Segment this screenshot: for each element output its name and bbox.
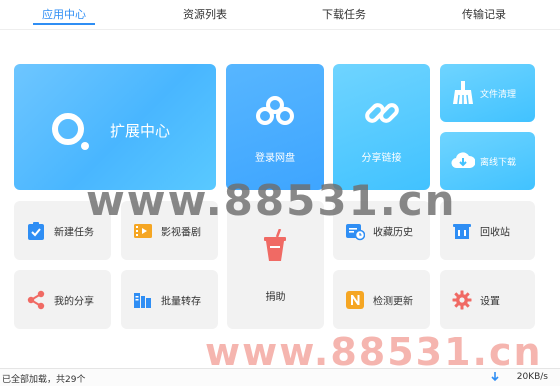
batch-bars-icon bbox=[134, 292, 151, 308]
recycle-bin-label: 回收站 bbox=[480, 227, 510, 238]
video-drama-tile[interactable]: 影视番剧 bbox=[121, 201, 218, 260]
drink-cup-icon bbox=[264, 229, 286, 261]
extension-center-label: 扩展中心 bbox=[110, 122, 171, 140]
tab-bar: 应用中心 资源列表 下载任务 传输记录 bbox=[0, 0, 560, 30]
favorites-history-label: 收藏历史 bbox=[373, 227, 413, 238]
tab-download-tasks[interactable]: 下载任务 bbox=[322, 6, 366, 22]
extension-search-icon bbox=[52, 113, 89, 150]
tab-app-center[interactable]: 应用中心 bbox=[42, 6, 86, 22]
gear-icon bbox=[452, 290, 472, 309]
favorites-history-tile[interactable]: 收藏历史 bbox=[333, 201, 430, 260]
film-icon bbox=[134, 223, 152, 238]
offline-download-tile[interactable]: 离线下载 bbox=[440, 132, 535, 190]
my-share-tile[interactable]: 我的分享 bbox=[14, 270, 111, 329]
loaded-count-text: 已全部加载，共29个 bbox=[2, 375, 86, 385]
batch-transfer-tile[interactable]: 批量转存 bbox=[121, 270, 218, 329]
app-center-panel: 扩展中心 登录网盘 分享链接 文件清理 离线下载 新建任务 影视番剧 捐助 收藏… bbox=[0, 31, 560, 368]
recycle-bin-tile[interactable]: 回收站 bbox=[440, 201, 535, 260]
broom-icon bbox=[453, 81, 473, 105]
link-icon bbox=[365, 103, 399, 123]
check-update-tile[interactable]: 检测更新 bbox=[333, 270, 430, 329]
login-disk-tile[interactable]: 登录网盘 bbox=[226, 64, 324, 190]
file-cleanup-label: 文件清理 bbox=[480, 90, 517, 100]
share-link-tile[interactable]: 分享链接 bbox=[333, 64, 430, 190]
task-check-icon bbox=[28, 221, 44, 240]
update-n-icon bbox=[346, 290, 364, 309]
file-cleanup-tile[interactable]: 文件清理 bbox=[440, 64, 535, 122]
new-task-tile[interactable]: 新建任务 bbox=[14, 201, 111, 260]
download-speed: 20KB/s bbox=[516, 372, 548, 382]
donate-label: 捐助 bbox=[265, 292, 286, 303]
active-tab-indicator bbox=[33, 23, 95, 25]
share-icon bbox=[27, 290, 45, 309]
share-link-label: 分享链接 bbox=[361, 153, 402, 164]
status-bar: 已全部加载，共29个 20KB/s bbox=[0, 368, 560, 386]
extension-center-tile[interactable]: 扩展中心 bbox=[14, 64, 216, 190]
tab-resource-list[interactable]: 资源列表 bbox=[183, 6, 227, 22]
settings-tile[interactable]: 设置 bbox=[440, 270, 535, 329]
video-drama-label: 影视番剧 bbox=[161, 227, 201, 238]
cloud-download-icon bbox=[451, 152, 475, 169]
login-disk-label: 登录网盘 bbox=[255, 153, 295, 164]
donate-tile[interactable]: 捐助 bbox=[227, 201, 324, 329]
my-share-label: 我的分享 bbox=[54, 296, 94, 307]
settings-label: 设置 bbox=[480, 296, 500, 307]
download-arrow-icon bbox=[491, 372, 499, 382]
new-task-label: 新建任务 bbox=[54, 227, 94, 238]
tab-transfer-records[interactable]: 传输记录 bbox=[462, 6, 506, 22]
offline-download-label: 离线下载 bbox=[480, 158, 517, 168]
trash-icon bbox=[453, 223, 471, 239]
batch-transfer-label: 批量转存 bbox=[161, 296, 201, 307]
history-calendar-icon bbox=[346, 223, 365, 240]
check-update-label: 检测更新 bbox=[373, 296, 413, 307]
cloud-disk-icon bbox=[256, 96, 294, 125]
